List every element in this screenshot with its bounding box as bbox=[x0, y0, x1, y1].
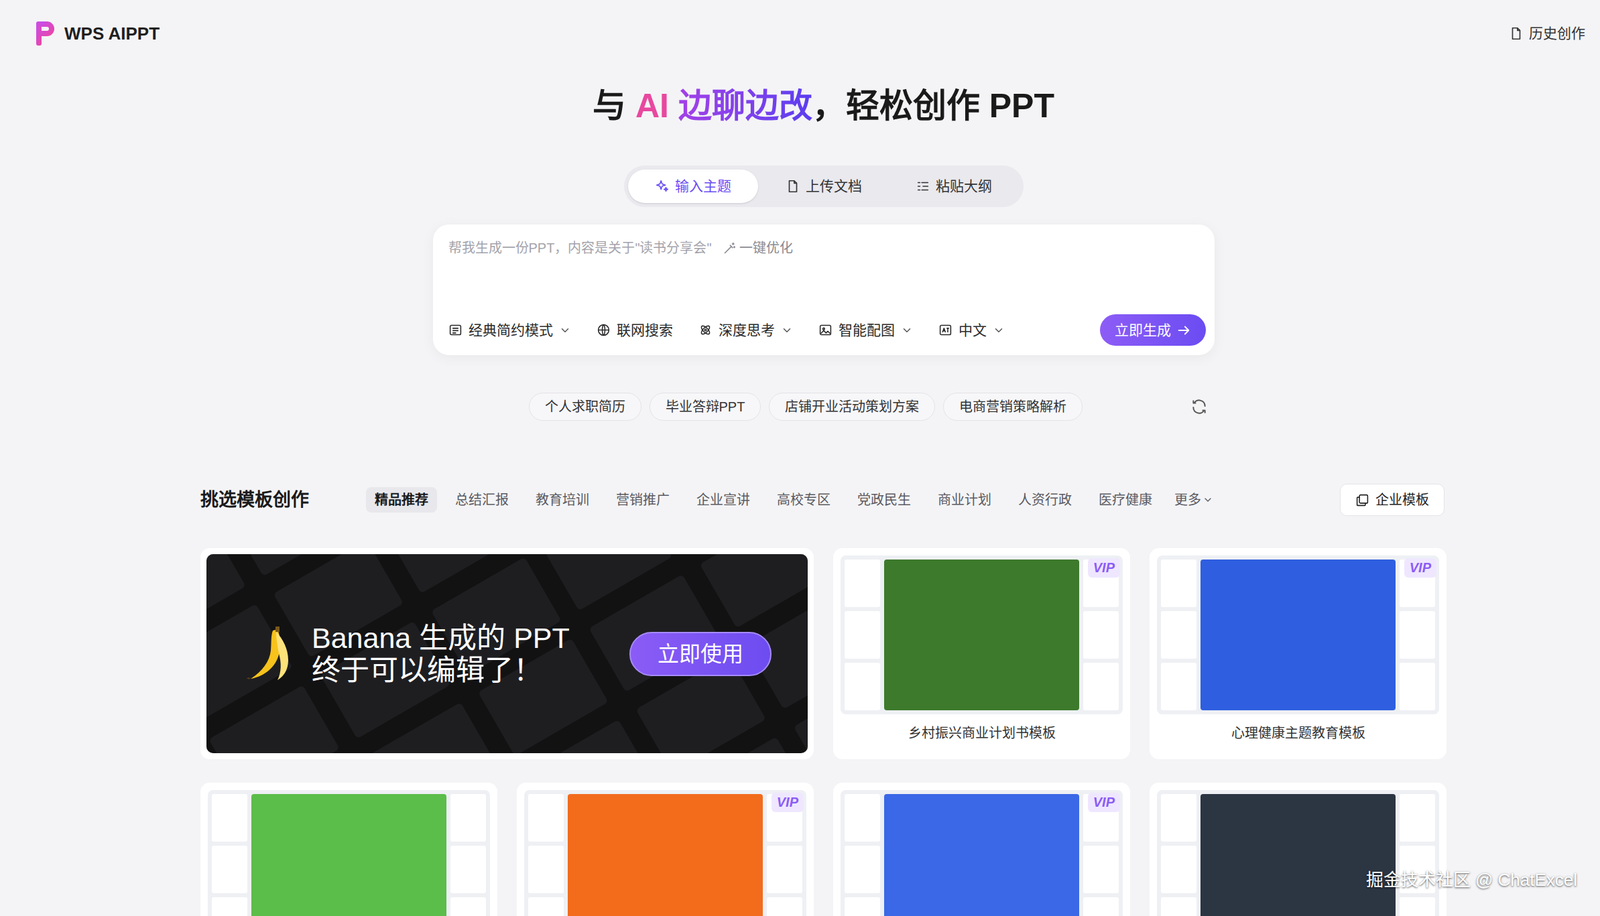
language-icon bbox=[938, 323, 953, 338]
logo[interactable]: WPS AIPPT bbox=[34, 20, 160, 47]
chevron-down-icon bbox=[992, 324, 1005, 337]
template-thumbnail: VIP bbox=[840, 555, 1123, 715]
template-card[interactable]: VIP bbox=[833, 782, 1131, 916]
magic-wand-icon bbox=[722, 241, 737, 256]
template-title: 心理健康主题教育模板 bbox=[1231, 723, 1366, 744]
template-card[interactable]: VIP 乡村振兴商业计划书模板 bbox=[833, 548, 1131, 760]
banner-button[interactable]: 立即使用 bbox=[629, 632, 772, 677]
category-tab[interactable]: 商业计划 bbox=[929, 487, 1001, 513]
category-tab[interactable]: 总结汇报 bbox=[446, 487, 518, 513]
vip-badge: VIP bbox=[1087, 792, 1121, 813]
category-tab[interactable]: 企业宣讲 bbox=[687, 487, 759, 513]
prompt-input[interactable]: 帮我生成一份PPT，内容是关于"读书分享会"一键优化 bbox=[448, 237, 1206, 259]
banana-icon bbox=[243, 625, 295, 684]
category-tab[interactable]: 高校专区 bbox=[768, 487, 840, 513]
category-tab[interactable]: 医疗健康 bbox=[1089, 487, 1161, 513]
vip-badge: VIP bbox=[771, 792, 804, 813]
template-thumbnail: VIP bbox=[524, 790, 807, 916]
slide-preview bbox=[251, 794, 447, 916]
slide-preview bbox=[1200, 794, 1396, 916]
watermark: 掘金技术社区 @ ChatExcel bbox=[1366, 867, 1578, 894]
category-tab[interactable]: 党政民生 bbox=[848, 487, 920, 513]
option-button[interactable]: 联网搜索 bbox=[596, 319, 673, 342]
template-section: 挑选模板创作 精品推荐总结汇报教育培训营销推广企业宣讲高校专区党政民生商业计划人资… bbox=[200, 483, 1447, 916]
template-card[interactable]: VIP 心理健康主题教育模板 bbox=[1149, 548, 1447, 760]
outline-icon bbox=[915, 178, 931, 194]
option-button[interactable]: 中文 bbox=[938, 319, 1005, 342]
category-tab[interactable]: 精品推荐 bbox=[365, 487, 438, 513]
input-tab[interactable]: 输入主题 bbox=[628, 169, 759, 204]
chevron-down-icon bbox=[900, 324, 913, 337]
arrow-right-icon bbox=[1176, 323, 1192, 338]
template-title: 乡村振兴商业计划书模板 bbox=[908, 723, 1056, 744]
image-icon bbox=[818, 323, 833, 338]
wps-logo-icon bbox=[34, 20, 57, 47]
template-thumbnail bbox=[1156, 790, 1440, 916]
suggestion-chip[interactable]: 店铺开业活动策划方案 bbox=[768, 392, 936, 421]
slide-preview bbox=[1200, 559, 1396, 711]
globe-icon bbox=[596, 323, 611, 338]
generate-button[interactable]: 立即生成 bbox=[1099, 314, 1206, 346]
section-heading: 挑选模板创作 bbox=[200, 486, 310, 515]
vip-badge: VIP bbox=[1087, 558, 1121, 578]
option-button[interactable]: 智能配图 bbox=[818, 319, 913, 342]
input-tab[interactable]: 上传文档 bbox=[758, 169, 889, 204]
suggestion-chip[interactable]: 电商营销策略解析 bbox=[943, 392, 1083, 421]
sparkle-icon bbox=[654, 178, 670, 194]
hero-title: 与 AI 边聊边改，轻松创作 PPT bbox=[592, 85, 1055, 127]
suggestion-chip[interactable]: 个人求职简历 bbox=[528, 392, 642, 421]
layout-icon bbox=[448, 323, 463, 338]
category-tab[interactable]: 人资行政 bbox=[1009, 487, 1081, 513]
template-card[interactable]: VIP bbox=[516, 782, 814, 916]
enterprise-template-button[interactable]: 企业模板 bbox=[1339, 483, 1445, 517]
banner-card[interactable]: Banana 生成的 PPT终于可以编辑了！立即使用 bbox=[200, 548, 814, 760]
template-card[interactable] bbox=[200, 782, 498, 916]
slide-preview bbox=[884, 559, 1080, 711]
option-button[interactable]: 深度思考 bbox=[698, 319, 793, 342]
chevron-down-icon bbox=[1202, 494, 1214, 506]
category-tab[interactable]: 教育培训 bbox=[526, 487, 598, 513]
category-tab[interactable]: 营销推广 bbox=[607, 487, 679, 513]
option-button[interactable]: 经典简约模式 bbox=[448, 319, 572, 342]
document-icon bbox=[785, 178, 801, 194]
template-icon bbox=[1355, 493, 1370, 508]
slide-preview bbox=[567, 794, 763, 916]
template-thumbnail bbox=[207, 790, 490, 916]
optimize-button[interactable]: 一键优化 bbox=[722, 237, 793, 259]
input-tab[interactable]: 粘贴大纲 bbox=[888, 169, 1020, 204]
input-tabs: 输入主题上传文档粘贴大纲 bbox=[624, 165, 1024, 208]
chevron-down-icon bbox=[559, 324, 572, 337]
slide-preview bbox=[884, 794, 1080, 916]
more-button[interactable]: 更多 bbox=[1170, 489, 1218, 511]
history-icon bbox=[1508, 26, 1524, 41]
logo-text: WPS AIPPT bbox=[64, 20, 160, 47]
chevron-down-icon bbox=[780, 324, 793, 337]
template-card[interactable] bbox=[1149, 782, 1447, 916]
template-thumbnail: VIP bbox=[1156, 555, 1440, 715]
deep-think-icon bbox=[698, 323, 713, 338]
vip-badge: VIP bbox=[1404, 558, 1437, 578]
history-button[interactable]: 历史创作 bbox=[1508, 22, 1586, 45]
refresh-icon[interactable] bbox=[1190, 398, 1208, 416]
suggestion-chip[interactable]: 毕业答辩PPT bbox=[649, 392, 762, 421]
template-thumbnail: VIP bbox=[840, 790, 1123, 916]
prompt-card: 帮我生成一份PPT，内容是关于"读书分享会"一键优化经典简约模式 联网搜索 深度思考… bbox=[433, 224, 1215, 356]
